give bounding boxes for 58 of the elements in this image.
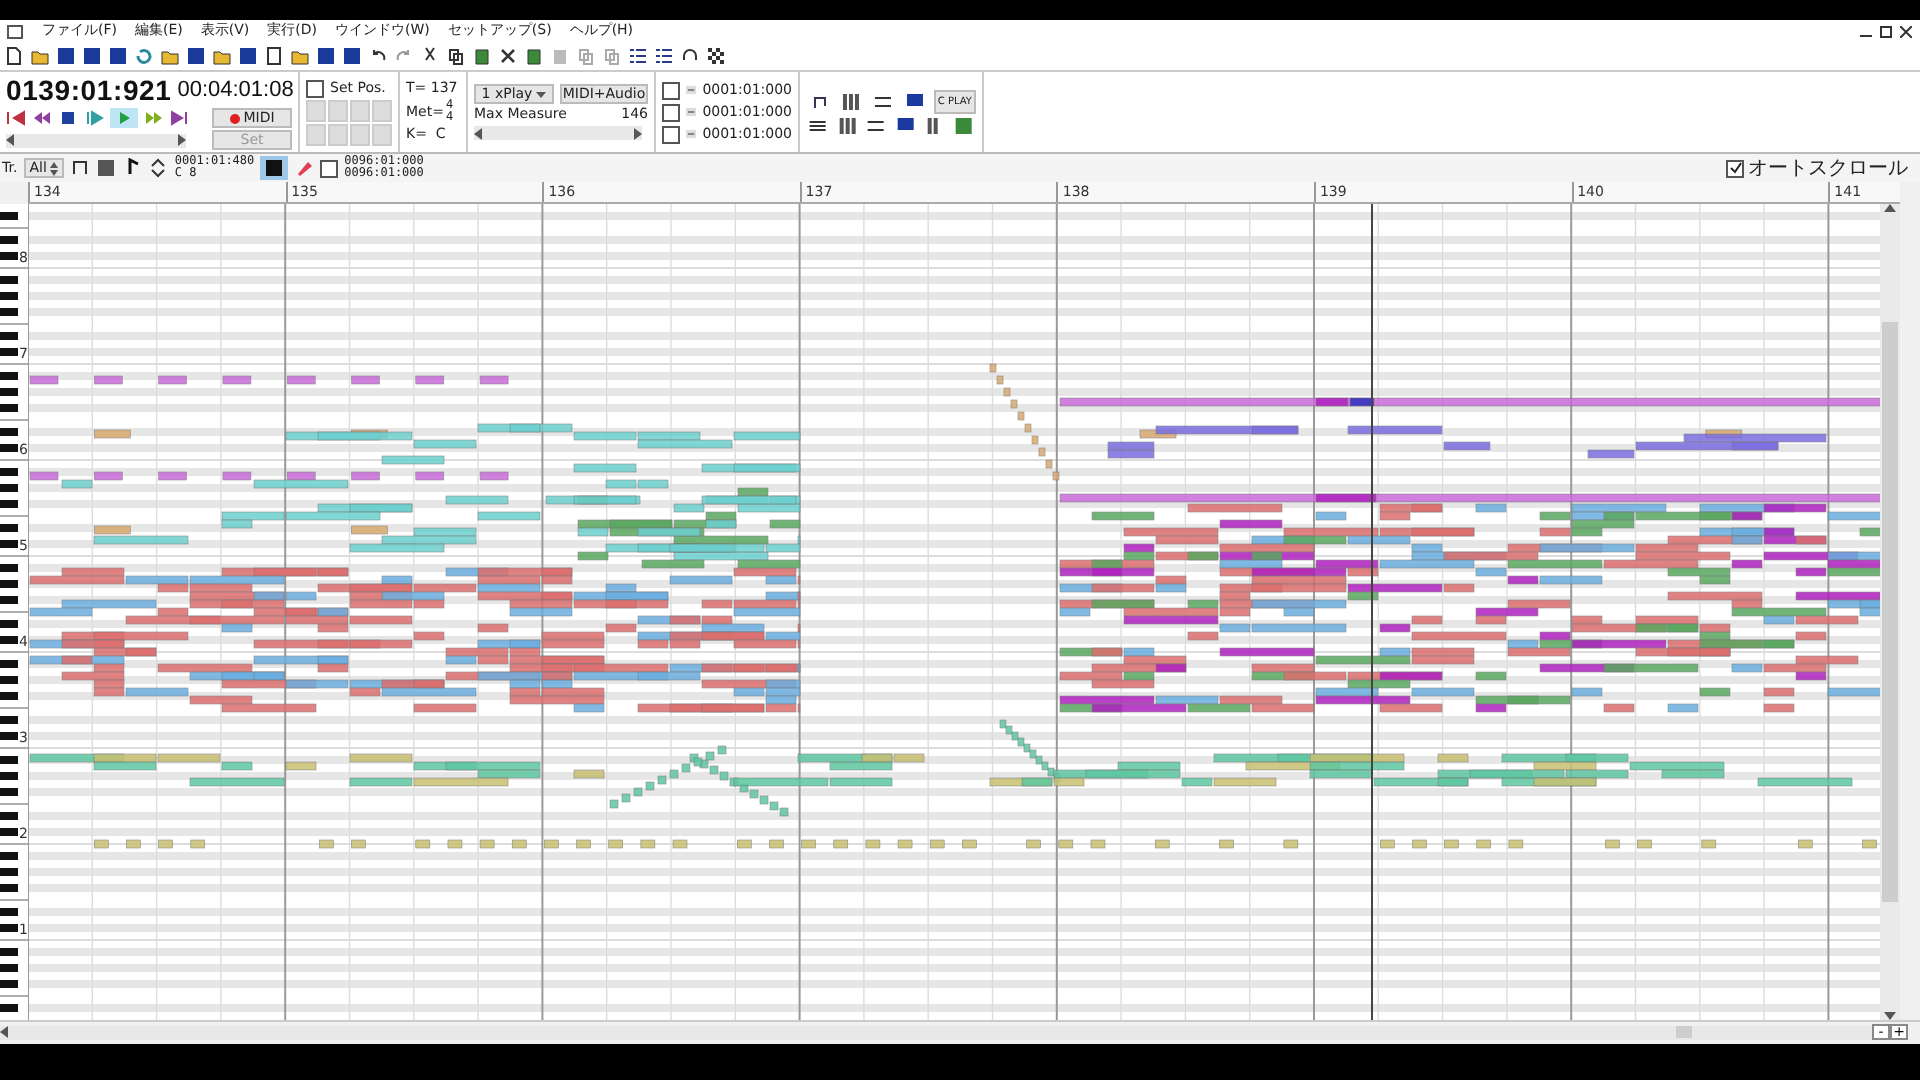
- columns-icon[interactable]: [835, 115, 859, 135]
- skip-forward-icon[interactable]: [170, 108, 190, 128]
- headphones-icon[interactable]: [680, 46, 700, 66]
- checkbox[interactable]: [306, 79, 324, 97]
- stop-icon[interactable]: [58, 108, 78, 128]
- position-counter: 0139:01:921: [6, 74, 172, 106]
- refresh-icon[interactable]: [134, 46, 154, 66]
- new-file-icon[interactable]: [4, 46, 24, 66]
- note-view-icon[interactable]: [260, 156, 289, 180]
- scroll-right-icon[interactable]: [178, 134, 186, 146]
- scroll-left-icon[interactable]: [6, 134, 14, 146]
- open-folder-icon[interactable]: [290, 46, 310, 66]
- list-icon[interactable]: [654, 46, 674, 66]
- vertical-scroll-bar[interactable]: [1880, 204, 1900, 1020]
- pen-icon[interactable]: [294, 158, 315, 178]
- scroll-bar[interactable]: [6, 133, 186, 147]
- checkered-grid-icon[interactable]: [706, 46, 726, 66]
- sliders-icon[interactable]: [869, 91, 896, 111]
- scroll-bar[interactable]: [474, 126, 642, 140]
- scroll-left-icon[interactable]: [474, 127, 482, 139]
- app-icon: [6, 23, 24, 39]
- checkbox[interactable]: [320, 159, 339, 177]
- columns-icon[interactable]: [837, 91, 864, 111]
- checkbox-label: オートスクロール: [1748, 156, 1908, 182]
- marker-icon[interactable]: [686, 80, 697, 100]
- checkbox[interactable]: [662, 81, 680, 99]
- restore-icon[interactable]: [1880, 25, 1892, 37]
- play-icon[interactable]: [110, 108, 138, 128]
- undo-icon[interactable]: [368, 46, 388, 66]
- checkbox[interactable]: [1726, 159, 1744, 177]
- open-folder-icon[interactable]: [160, 46, 180, 66]
- open-folder-icon[interactable]: [30, 46, 50, 66]
- record-dot-icon: [229, 113, 240, 123]
- checkbox[interactable]: [662, 103, 680, 121]
- rewind-icon[interactable]: [32, 108, 52, 128]
- checkmark-icon: [1729, 162, 1741, 174]
- scroll-thumb[interactable]: [1676, 1026, 1692, 1038]
- spinner-icon[interactable]: [148, 158, 169, 178]
- delete-icon[interactable]: [498, 46, 518, 66]
- equalizer-icon[interactable]: [806, 115, 830, 135]
- list-icon[interactable]: [628, 46, 648, 66]
- spinner-icon: [50, 161, 59, 175]
- scissors-icon[interactable]: [420, 46, 440, 66]
- marker-icon[interactable]: [686, 124, 697, 144]
- checkbox[interactable]: [662, 125, 680, 143]
- close-icon[interactable]: [1900, 25, 1912, 37]
- copy-icon[interactable]: [446, 46, 466, 66]
- scroll-right-icon[interactable]: [634, 127, 642, 139]
- scroll-left-icon[interactable]: [0, 1026, 8, 1038]
- caret-icon: [536, 91, 547, 97]
- horizontal-scroll-bar[interactable]: [0, 1025, 1872, 1039]
- open-folder-icon[interactable]: [212, 46, 232, 66]
- skip-back-icon[interactable]: [6, 108, 26, 128]
- time-counter: 00:04:01:08: [177, 78, 294, 102]
- sliders-icon[interactable]: [864, 115, 889, 135]
- document-icon[interactable]: [264, 46, 284, 66]
- marker-icon[interactable]: [686, 102, 697, 122]
- fast-forward-icon[interactable]: [144, 108, 164, 128]
